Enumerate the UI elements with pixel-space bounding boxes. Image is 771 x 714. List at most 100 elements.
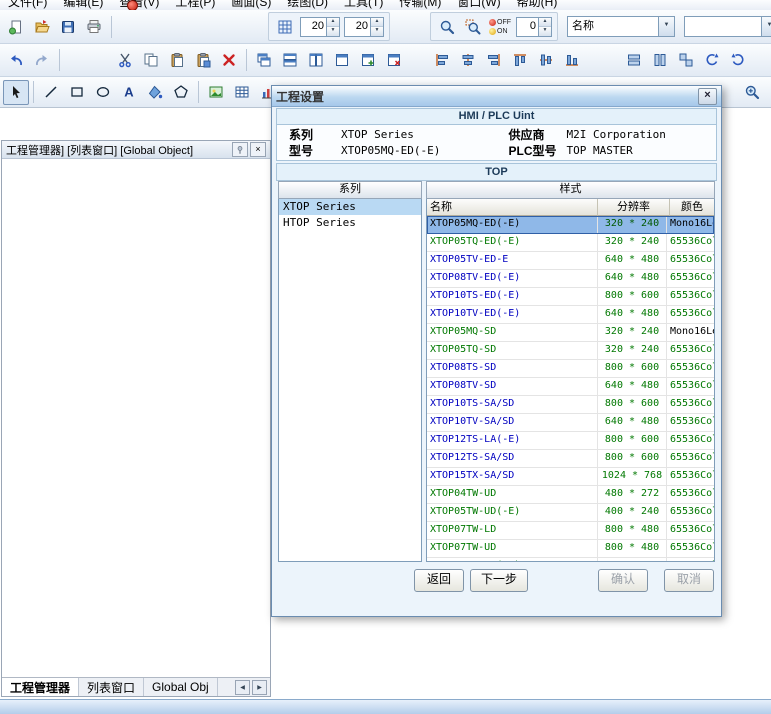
style-table-row[interactable]: XTOP08TV-ED(-E)640 * 48065536Color: [427, 270, 714, 288]
select-tool-button[interactable]: [3, 80, 29, 105]
same-width-button[interactable]: [621, 48, 647, 73]
column-header-name[interactable]: 名称: [427, 199, 598, 216]
menu-item[interactable]: 窗口(W): [449, 0, 508, 10]
menu-item[interactable]: 画面(S): [223, 0, 279, 10]
tab-scroll-left-icon[interactable]: ◀: [235, 680, 250, 695]
secondary-combo[interactable]: ▼: [684, 16, 771, 37]
style-table-row[interactable]: XTOP08TV-SD640 * 48065536Color: [427, 378, 714, 396]
style-table-row[interactable]: XTOP05TQ-SD320 * 24065536Color: [427, 342, 714, 360]
cut-button[interactable]: [112, 48, 138, 73]
style-table-row[interactable]: XTOP12TS-SA/SD800 * 60065536Color: [427, 450, 714, 468]
style-table-row[interactable]: XTOP15TX-SA/SD1024 * 76865536Color: [427, 468, 714, 486]
menu-item[interactable]: 绘图(D): [279, 0, 336, 10]
style-table-row[interactable]: XTOP05TQ-ED(-E)320 * 24065536Color: [427, 234, 714, 252]
series-list-item[interactable]: XTOP Series: [279, 199, 421, 215]
line-tool-button[interactable]: [38, 80, 64, 105]
save-button[interactable]: [55, 14, 81, 39]
menu-item[interactable]: 编辑(E): [55, 0, 111, 10]
spin-down-icon[interactable]: ▼: [371, 27, 383, 36]
menu-item[interactable]: 查看(V): [111, 0, 167, 10]
align-middle-button[interactable]: [533, 48, 559, 73]
paste-special-button[interactable]: [190, 48, 216, 73]
state-spinner[interactable]: 0 ▲▼: [516, 17, 552, 37]
print-button[interactable]: [81, 14, 107, 39]
panel-close-button[interactable]: ×: [250, 142, 266, 157]
chevron-down-icon[interactable]: ▼: [658, 17, 674, 36]
spin-up-icon[interactable]: ▲: [539, 18, 551, 28]
style-table-row[interactable]: XTOP07TW-UD800 * 48065536Color: [427, 540, 714, 558]
undo-button[interactable]: [3, 48, 29, 73]
close-window-button[interactable]: [381, 48, 407, 73]
image-tool-button[interactable]: [203, 80, 229, 105]
style-table-row[interactable]: XTOP05MQ-ED(-E)320 * 240Mono16Level: [427, 216, 714, 234]
style-table-row[interactable]: XTOP10TV-ED(-E)640 * 48065536Color: [427, 306, 714, 324]
next-button[interactable]: 下一步: [470, 569, 528, 592]
copy-button[interactable]: [138, 48, 164, 73]
chevron-down-icon[interactable]: ▼: [761, 17, 771, 36]
menu-item[interactable]: 工具(T): [336, 0, 391, 10]
tile-vertical-button[interactable]: [303, 48, 329, 73]
dialog-close-button[interactable]: ×: [698, 88, 717, 105]
menu-item[interactable]: 文件(F): [0, 0, 55, 10]
style-table-row[interactable]: XTOP04TW-UD480 * 27265536Color: [427, 486, 714, 504]
grid-height-spinner[interactable]: 20 ▲▼: [344, 17, 384, 37]
zoom-in-button[interactable]: [739, 80, 765, 105]
style-table-row[interactable]: XTOP05TV-ED-E640 * 48065536Color: [427, 252, 714, 270]
style-table-row[interactable]: XTOP10TS-ED(-E)800 * 60065536Color: [427, 288, 714, 306]
pin-button[interactable]: [232, 142, 248, 157]
style-table-row[interactable]: XTOP08TS-SD800 * 60065536Color: [427, 360, 714, 378]
spin-down-icon[interactable]: ▼: [327, 27, 339, 36]
panel-title-bar[interactable]: 工程管理器] [列表窗口] [Global Object] ×: [2, 141, 270, 159]
align-bottom-button[interactable]: [559, 48, 585, 73]
same-size-button[interactable]: [673, 48, 699, 73]
paste-button[interactable]: [164, 48, 190, 73]
column-header-color[interactable]: 颜色: [670, 199, 714, 216]
panel-body[interactable]: [2, 159, 270, 677]
cancel-button[interactable]: 取消: [664, 569, 714, 592]
panel-tab[interactable]: Global Obj: [144, 678, 218, 696]
window-button[interactable]: [329, 48, 355, 73]
rect-tool-button[interactable]: [64, 80, 90, 105]
style-table-row[interactable]: XTOP05MQ-SD320 * 240Mono16Level: [427, 324, 714, 342]
align-top-button[interactable]: [507, 48, 533, 73]
style-table-row[interactable]: XTOP07TW-LD800 * 48065536Color: [427, 522, 714, 540]
series-list-item[interactable]: HTOP Series: [279, 215, 421, 231]
polygon-tool-button[interactable]: [168, 80, 194, 105]
style-table-row[interactable]: XTOP10TS-SA/SD800 * 60065536Color: [427, 396, 714, 414]
menu-item[interactable]: 传输(M): [391, 0, 449, 10]
align-center-button[interactable]: [455, 48, 481, 73]
grid-width-spinner[interactable]: 20 ▲▼: [300, 17, 340, 37]
rotate-left-button[interactable]: [699, 48, 725, 73]
panel-tab[interactable]: 工程管理器: [2, 678, 79, 696]
redo-button[interactable]: [29, 48, 55, 73]
style-table-row[interactable]: XTOP05TW-UD(-E)400 * 24065536Color: [427, 504, 714, 522]
spin-down-icon[interactable]: ▼: [539, 27, 551, 36]
ok-button[interactable]: 确认: [598, 569, 648, 592]
style-table-row[interactable]: XTOP10TV-SA/SD640 * 48065536Color: [427, 414, 714, 432]
same-height-button[interactable]: [647, 48, 673, 73]
menu-item[interactable]: 工程(P): [167, 0, 223, 10]
delete-button[interactable]: [216, 48, 242, 73]
back-button[interactable]: 返回: [414, 569, 464, 592]
grid-settings-button[interactable]: [272, 14, 298, 39]
spin-up-icon[interactable]: ▲: [327, 18, 339, 28]
tab-scroll-right-icon[interactable]: ▶: [252, 680, 267, 695]
new-project-button[interactable]: [3, 14, 29, 39]
column-header-resolution[interactable]: 分辨率: [598, 199, 670, 216]
table-tool-button[interactable]: [229, 80, 255, 105]
state-indicator[interactable]: OFF ON: [489, 18, 511, 36]
text-tool-button[interactable]: A: [116, 80, 142, 105]
rotate-right-button[interactable]: [725, 48, 751, 73]
object-name-combo[interactable]: 名称 ▼: [567, 16, 675, 37]
zoom-area-button[interactable]: [460, 14, 486, 39]
ellipse-tool-button[interactable]: [90, 80, 116, 105]
zoom-view-button[interactable]: [434, 14, 460, 39]
style-table-row[interactable]: XTOP10TW-UD(-E)800 * 48065536Color: [427, 558, 714, 561]
align-left-button[interactable]: [429, 48, 455, 73]
tile-horizontal-button[interactable]: [277, 48, 303, 73]
series-list[interactable]: XTOP SeriesHTOP Series: [278, 199, 422, 562]
panel-tab[interactable]: 列表窗口: [79, 678, 144, 696]
spin-up-icon[interactable]: ▲: [371, 18, 383, 28]
align-right-button[interactable]: [481, 48, 507, 73]
open-project-button[interactable]: [29, 14, 55, 39]
